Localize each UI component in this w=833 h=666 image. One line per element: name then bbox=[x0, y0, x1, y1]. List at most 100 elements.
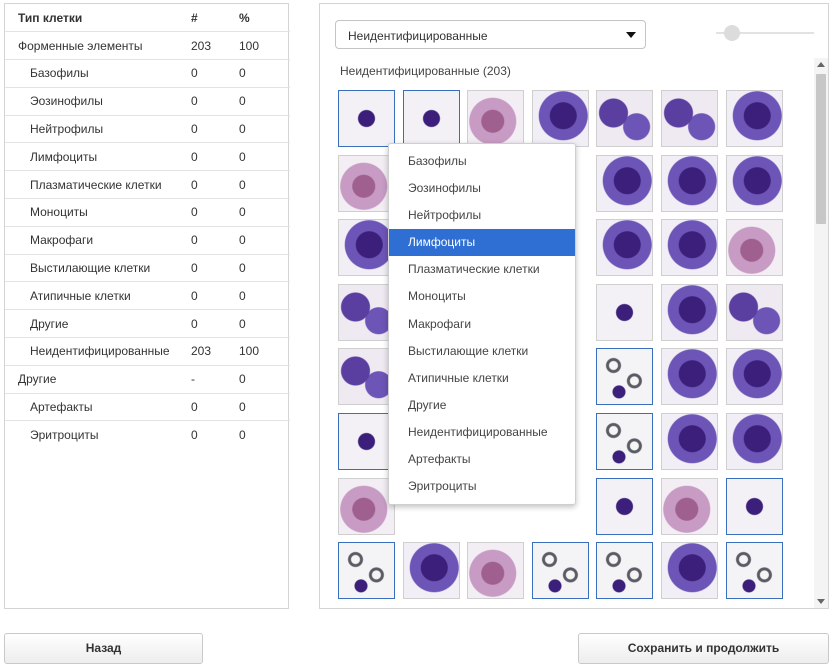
row-count: 0 bbox=[191, 198, 239, 227]
row-count: 0 bbox=[191, 226, 239, 255]
cell-thumbnail[interactable] bbox=[661, 154, 718, 212]
scroll-down-icon[interactable] bbox=[817, 599, 825, 604]
table-row: Плазматические клетки 0 0 bbox=[5, 170, 290, 200]
cell-thumbnail[interactable] bbox=[338, 90, 395, 147]
table-row: Форменные элементы 203 100 bbox=[5, 31, 290, 61]
cell-thumbnail[interactable] bbox=[661, 219, 718, 277]
row-percent: 0 bbox=[239, 87, 290, 116]
menu-item[interactable]: Неидентифицированные bbox=[389, 419, 575, 446]
menu-item[interactable]: Артефакты bbox=[389, 446, 575, 473]
cell-thumbnail[interactable] bbox=[338, 477, 395, 535]
cell-thumbnail[interactable] bbox=[725, 413, 783, 470]
row-name: Атипичные клетки bbox=[5, 281, 191, 311]
cell-thumbnail[interactable] bbox=[338, 413, 395, 470]
row-name: Выстилающие клетки bbox=[5, 254, 191, 283]
cell-thumbnail[interactable] bbox=[661, 90, 718, 147]
scroll-up-icon[interactable] bbox=[817, 62, 825, 67]
row-name: Артефакты bbox=[5, 393, 191, 422]
cell-type-table-panel: Тип клетки # % Форменные элементы 203 100 Б… bbox=[4, 3, 290, 609]
table-row: Другие 0 0 bbox=[5, 309, 290, 339]
cell-thumbnail[interactable] bbox=[596, 348, 654, 406]
thumbnail-size-slider[interactable] bbox=[716, 22, 814, 44]
cell-thumbnail[interactable] bbox=[596, 542, 654, 600]
row-name: Нейтрофилы bbox=[5, 115, 191, 144]
cell-thumbnail[interactable] bbox=[725, 283, 783, 341]
row-count: 0 bbox=[191, 254, 239, 283]
cell-thumbnail[interactable] bbox=[467, 90, 525, 147]
cell-thumbnail[interactable] bbox=[338, 283, 395, 341]
scrollbar-thumb[interactable] bbox=[816, 74, 826, 224]
cell-thumbnail[interactable] bbox=[338, 542, 395, 600]
row-name: Эритроциты bbox=[30, 428, 99, 443]
cell-thumbnail[interactable] bbox=[531, 542, 589, 600]
row-count: - bbox=[191, 365, 239, 394]
row-percent: 0 bbox=[239, 428, 246, 443]
classify-context-menu: Базофилы Эозинофилы Нейтрофилы Лимфоциты Пла… bbox=[388, 143, 576, 505]
cell-thumbnail[interactable] bbox=[596, 90, 654, 147]
menu-item[interactable]: Нейтрофилы bbox=[389, 202, 575, 229]
menu-item[interactable]: Плазматические клетки bbox=[389, 256, 575, 283]
table-row: Атипичные клетки 0 0 bbox=[5, 281, 290, 311]
row-name: Другие bbox=[5, 365, 191, 394]
gallery-title: Неидентифицированные (203) bbox=[340, 64, 511, 78]
column-header-count: # bbox=[191, 4, 239, 33]
cell-thumbnail[interactable] bbox=[661, 542, 718, 600]
menu-item[interactable]: Лимфоциты bbox=[389, 229, 575, 257]
row-percent: 0 bbox=[239, 393, 290, 422]
table-row: Нейтрофилы 0 0 bbox=[5, 115, 290, 144]
cell-thumbnail[interactable] bbox=[725, 90, 783, 147]
cell-thumbnail[interactable] bbox=[402, 542, 460, 600]
cell-thumbnail[interactable] bbox=[338, 154, 395, 212]
menu-item[interactable]: Базофилы bbox=[389, 148, 575, 175]
cell-thumbnail[interactable] bbox=[531, 90, 589, 147]
cell-thumbnail[interactable] bbox=[725, 154, 783, 212]
row-count: 0 bbox=[191, 281, 239, 311]
menu-item[interactable]: Выстилающие клетки bbox=[389, 338, 575, 365]
cell-thumbnail[interactable] bbox=[596, 413, 654, 470]
cell-thumbnail[interactable] bbox=[725, 348, 783, 406]
cell-thumbnail[interactable] bbox=[596, 283, 654, 341]
menu-item[interactable]: Эозинофилы bbox=[389, 175, 575, 202]
row-name: Эозинофилы bbox=[5, 87, 191, 116]
cell-thumbnail[interactable] bbox=[596, 219, 654, 277]
row-count: 0 bbox=[191, 87, 239, 116]
row-percent: 0 bbox=[239, 254, 290, 283]
row-percent: 0 bbox=[239, 365, 290, 394]
row-count: 0 bbox=[191, 59, 239, 88]
cell-thumbnail[interactable] bbox=[725, 477, 783, 535]
menu-item[interactable]: Макрофаги bbox=[389, 311, 575, 338]
cell-thumbnail[interactable] bbox=[467, 542, 525, 600]
cell-thumbnail[interactable] bbox=[596, 154, 654, 212]
row-percent: 0 bbox=[239, 198, 290, 227]
cell-thumbnail[interactable] bbox=[725, 542, 783, 600]
gallery-scrollbar[interactable] bbox=[814, 58, 828, 608]
caret-down-icon bbox=[626, 32, 636, 38]
row-name: Лимфоциты bbox=[5, 142, 191, 172]
cell-type-table: Тип клетки # % Форменные элементы 203 100 Б… bbox=[5, 4, 290, 449]
row-name: Форменные элементы bbox=[5, 31, 191, 61]
cell-thumbnail[interactable] bbox=[338, 348, 395, 406]
cell-thumbnail[interactable] bbox=[338, 219, 395, 277]
row-name: Базофилы bbox=[5, 59, 191, 88]
table-row: Выстилающие клетки 0 0 bbox=[5, 254, 290, 283]
cell-thumbnail[interactable] bbox=[596, 477, 654, 535]
category-select[interactable]: Неидентифицированные bbox=[335, 20, 646, 49]
slider-handle[interactable] bbox=[724, 25, 740, 41]
cell-thumbnail[interactable] bbox=[725, 219, 783, 277]
menu-item[interactable]: Эритроциты bbox=[389, 473, 575, 500]
cell-thumbnail[interactable] bbox=[661, 413, 718, 470]
cell-thumbnail[interactable] bbox=[661, 477, 718, 535]
menu-item[interactable]: Моноциты bbox=[389, 283, 575, 310]
cell-thumbnail[interactable] bbox=[661, 283, 718, 341]
column-header-percent: % bbox=[239, 4, 290, 33]
column-header-type: Тип клетки bbox=[5, 4, 191, 33]
menu-item[interactable]: Другие bbox=[389, 392, 575, 419]
table-row: Другие -0 bbox=[5, 365, 290, 394]
cell-thumbnail[interactable] bbox=[402, 90, 460, 147]
menu-item[interactable]: Атипичные клетки bbox=[389, 365, 575, 392]
cell-thumbnail[interactable] bbox=[661, 348, 718, 406]
row-percent: 0 bbox=[239, 59, 290, 88]
back-button[interactable]: Назад bbox=[4, 633, 203, 664]
row-percent: 0 bbox=[239, 226, 290, 255]
save-and-continue-button[interactable]: Сохранить и продолжить bbox=[578, 633, 829, 664]
